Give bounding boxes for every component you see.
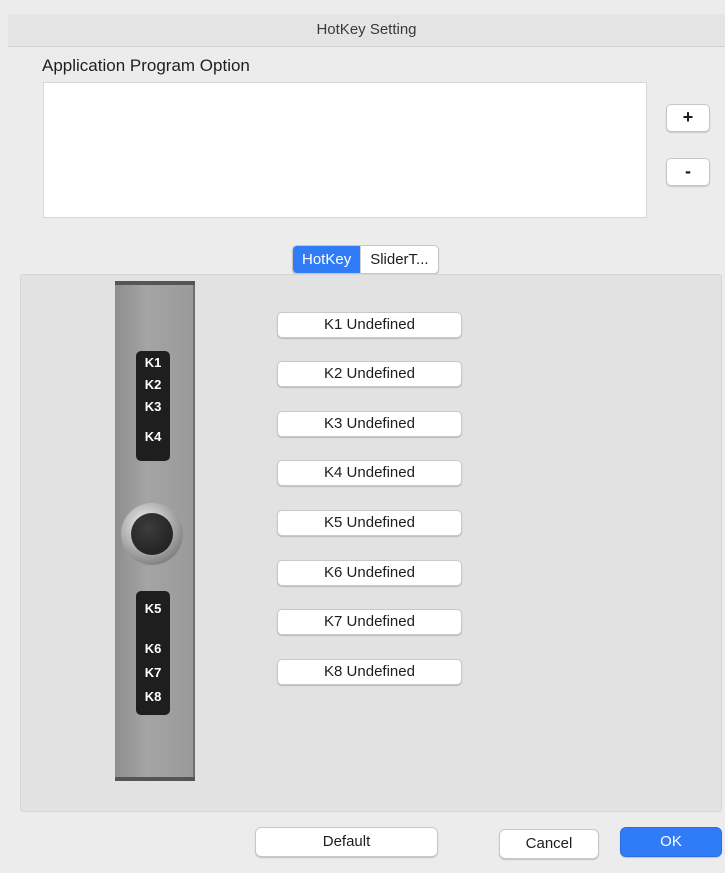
device-key-k3: K3 bbox=[144, 399, 162, 414]
device-key-k1: K1 bbox=[144, 355, 162, 370]
add-app-button[interactable]: + bbox=[666, 104, 710, 132]
hotkey-k4-button[interactable]: K4 Undefined bbox=[277, 460, 462, 486]
hotkey-k2-button[interactable]: K2 Undefined bbox=[277, 361, 462, 387]
cancel-button[interactable]: Cancel bbox=[499, 829, 599, 859]
tablet-device-illustration: K1 K2 K3 K4 K5 K6 K7 K8 bbox=[115, 281, 195, 781]
tab-hotkey[interactable]: HotKey bbox=[293, 246, 361, 273]
tab-slider[interactable]: SliderT... bbox=[360, 246, 438, 273]
bottom-key-group: K5 K6 K7 K8 bbox=[136, 591, 170, 715]
hotkey-k5-button[interactable]: K5 Undefined bbox=[277, 510, 462, 536]
device-key-k2: K2 bbox=[144, 377, 162, 392]
application-list[interactable] bbox=[43, 82, 647, 218]
hotkey-k6-button[interactable]: K6 Undefined bbox=[277, 560, 462, 586]
app-option-label: Application Program Option bbox=[42, 56, 250, 75]
device-key-k5: K5 bbox=[144, 601, 162, 616]
hotkey-k3-button[interactable]: K3 Undefined bbox=[277, 411, 462, 437]
hotkey-k7-button[interactable]: K7 Undefined bbox=[277, 609, 462, 635]
window-title: HotKey Setting bbox=[316, 21, 417, 38]
device-rail bbox=[193, 285, 195, 777]
top-key-group: K1 K2 K3 K4 bbox=[136, 351, 170, 461]
default-button[interactable]: Default bbox=[255, 827, 438, 857]
device-key-k8: K8 bbox=[144, 689, 162, 704]
device-key-k7: K7 bbox=[144, 665, 162, 680]
hotkey-k8-button[interactable]: K8 Undefined bbox=[277, 659, 462, 685]
dial-center bbox=[131, 513, 173, 555]
device-key-k6: K6 bbox=[144, 641, 162, 656]
tab-bar: HotKey SliderT... bbox=[292, 245, 439, 274]
title-bar: HotKey Setting bbox=[8, 14, 725, 47]
remove-app-button[interactable]: - bbox=[666, 158, 710, 186]
dial-icon bbox=[121, 503, 183, 565]
hotkey-k1-button[interactable]: K1 Undefined bbox=[277, 312, 462, 338]
ok-button[interactable]: OK bbox=[620, 827, 722, 857]
device-key-k4: K4 bbox=[144, 429, 162, 444]
